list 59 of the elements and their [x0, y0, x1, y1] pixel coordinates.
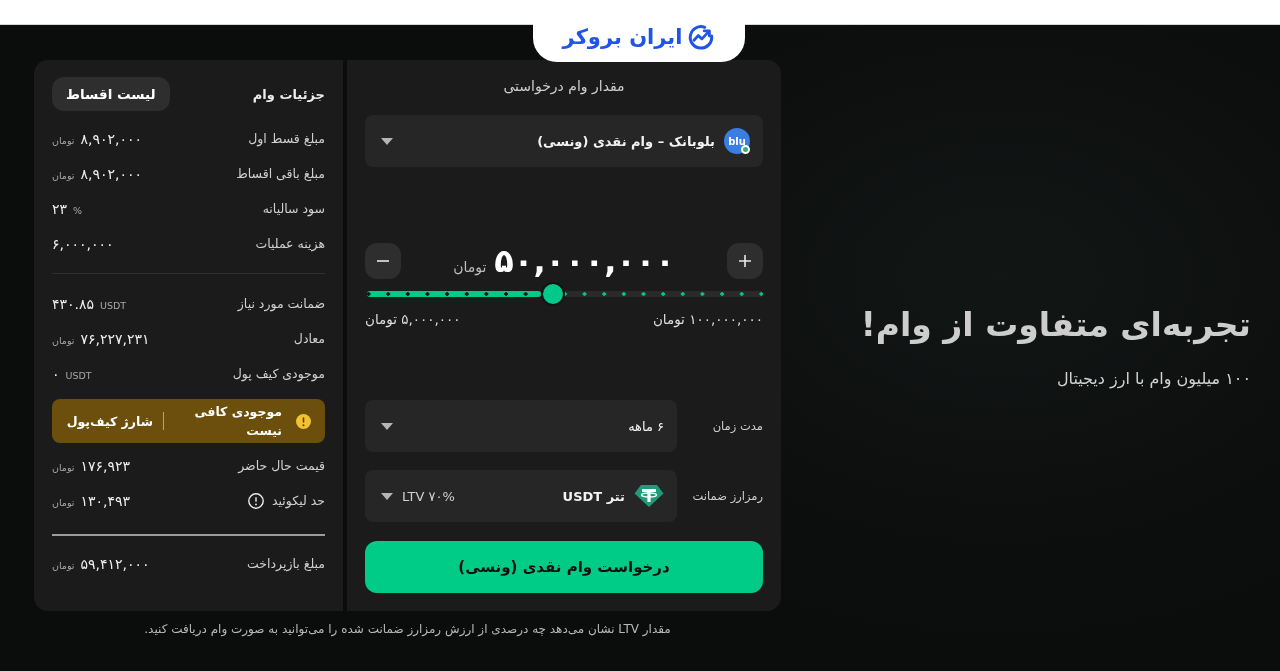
exclamation-circle-icon[interactable] [248, 492, 264, 509]
max-amount-label: ۱۰۰,۰۰۰,۰۰۰ تومان [652, 310, 763, 328]
detail-value: ۷۶,۲۲۷,۲۳۱ [80, 331, 150, 347]
detail-label: مبلغ قسط اول [248, 131, 325, 146]
detail-label: موجودی کیف پول [232, 366, 325, 381]
charge-wallet-button[interactable]: شارژ کیف‌پول [66, 413, 153, 429]
warning-icon [296, 413, 311, 429]
detail-label: مبلغ بازپرداخت [247, 556, 325, 571]
unit-label: تومان [52, 135, 75, 146]
detail-value: ۲۳ [52, 201, 68, 217]
hero-title: تجربه‌ای متفاوت از وام! [859, 304, 1251, 347]
unit-label: تومان [52, 462, 75, 473]
chart-arrow-icon[interactable] [687, 23, 716, 51]
increase-button[interactable] [727, 243, 763, 279]
caret-down-icon [381, 492, 393, 500]
panel-title: جزئیات وام [252, 86, 325, 102]
ltv-ratio: LTV ۷۰% [402, 488, 455, 504]
caret-down-icon [381, 137, 393, 145]
detail-value: ۵۹,۴۱۲,۰۰۰ [80, 556, 150, 572]
unit-label: تومان [52, 335, 75, 346]
currency-label: تومان [453, 259, 487, 275]
footnote-text: مقدار LTV نشان می‌دهد چه درصدی از ارزش رمزارز ضمانت شده را می‌توانید به صورت وام دریافت کنید. [143, 621, 672, 638]
bank-logo: blu [724, 128, 750, 154]
detail-value: ۸,۹۰۲,۰۰۰ [80, 166, 143, 182]
installments-button[interactable]: لیست اقساط [52, 77, 170, 111]
slider-thumb[interactable] [541, 282, 566, 306]
field-label: مدت زمان [711, 419, 763, 433]
diamond-icon [634, 484, 664, 508]
detail-label: قیمت حال حاضر [238, 458, 325, 473]
minus-icon [377, 260, 389, 262]
caret-down-icon [381, 422, 393, 430]
hero-subtitle: ۱۰۰ میلیون وام با ارز دیجیتال [1055, 368, 1251, 391]
alert-message: موجودی کافی نیست [193, 403, 282, 440]
form-title: مقدار وام درخواستی [502, 77, 626, 96]
amount-value: ۵۰,۰۰۰,۰۰۰ [494, 242, 675, 280]
submit-loan-button[interactable]: درخواست وام نقدی (ونسی) [365, 541, 763, 593]
detail-label: ضمانت مورد نیاز [237, 296, 325, 311]
detail-value: ۱۷۶,۹۲۳ [80, 458, 131, 474]
plus-icon [739, 255, 751, 267]
unit-label: USDT [65, 370, 92, 381]
detail-value: ۸,۹۰۲,۰۰۰ [80, 131, 143, 147]
unit-label: تومان [52, 497, 75, 508]
detail-value: ۱۳۰,۴۹۳ [80, 493, 131, 509]
detail-label: سود سالیانه [262, 201, 325, 216]
min-amount-label: ۵,۰۰۰,۰۰۰ تومان [365, 310, 461, 328]
field-label: رمزارز ضمانت [691, 489, 763, 503]
unit-label: تومان [52, 170, 75, 181]
duration-select[interactable]: ۶ ماهه [365, 400, 677, 452]
detail-label: معادل [293, 331, 325, 346]
collateral-select[interactable]: تتر USDT LTV ۷۰% [365, 470, 677, 522]
detail-value: ۰ [52, 366, 60, 382]
detail-label: حد لیکوئید [272, 493, 325, 508]
unit-label: USDT [100, 300, 127, 311]
detail-value: ۴۳۰.۸۵ [52, 296, 95, 312]
detail-value: ۶,۰۰۰,۰۰۰ [52, 236, 114, 252]
detail-label: مبلغ باقی اقساط [236, 166, 325, 181]
unit-label: تومان [52, 560, 75, 571]
detail-label: هزینه عملیات [255, 236, 325, 251]
unit-label: % [73, 205, 83, 216]
